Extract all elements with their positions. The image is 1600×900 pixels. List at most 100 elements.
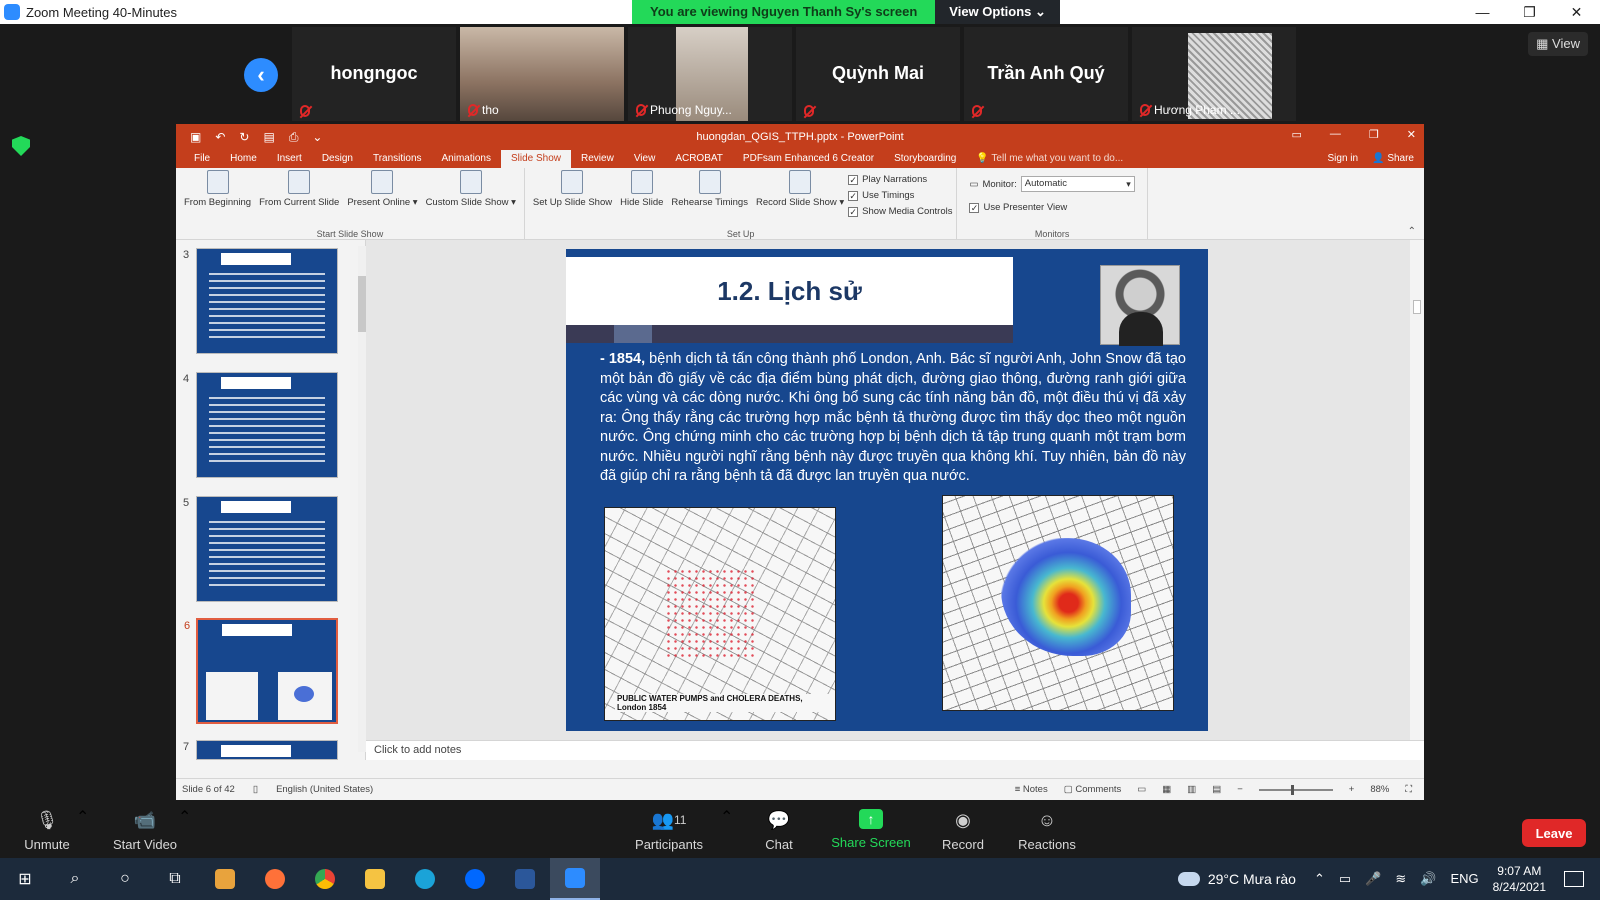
clock[interactable]: 9:07 AM 8/24/2021 bbox=[1493, 863, 1546, 895]
custom-slide-show-button[interactable]: Custom Slide Show ▾ bbox=[422, 170, 520, 226]
tab-pdfsam[interactable]: PDFsam Enhanced 6 Creator bbox=[733, 153, 884, 168]
ppt-status-bar: Slide 6 of 42 ▯ English (United States) … bbox=[176, 778, 1424, 800]
set-up-slide-show-button[interactable]: Set Up Slide Show bbox=[529, 170, 616, 226]
notes-button[interactable]: ≡ Notes bbox=[1015, 784, 1048, 795]
tab-review[interactable]: Review bbox=[571, 153, 624, 168]
tab-slide-show[interactable]: Slide Show bbox=[500, 150, 572, 168]
chat-button[interactable]: 💬 Chat bbox=[734, 809, 824, 853]
input-language[interactable]: ENG bbox=[1450, 871, 1478, 887]
zalo-icon[interactable] bbox=[450, 858, 500, 900]
slide-thumbnail-selected[interactable]: 6 bbox=[184, 618, 338, 724]
notifications-icon[interactable] bbox=[1564, 871, 1584, 887]
fit-slide-icon[interactable]: ⛶ bbox=[1405, 784, 1412, 795]
cortana-icon[interactable]: ○ bbox=[100, 858, 150, 900]
play-narrations-checkbox[interactable]: ✓ Play Narrations bbox=[848, 174, 952, 185]
hide-slide-button[interactable]: Hide Slide bbox=[616, 170, 667, 226]
slideshow-view-icon[interactable]: ▤ bbox=[1212, 784, 1221, 795]
battery-icon[interactable]: ▭ bbox=[1339, 871, 1351, 887]
normal-view-icon[interactable]: ▭ bbox=[1137, 784, 1146, 795]
comments-button[interactable]: ▢ Comments bbox=[1064, 784, 1122, 795]
from-current-slide-button[interactable]: From Current Slide bbox=[255, 170, 343, 226]
close-icon[interactable]: ✕ bbox=[1553, 0, 1600, 24]
microphone-icon[interactable]: 🎤 bbox=[1365, 871, 1381, 887]
file-explorer-icon[interactable] bbox=[350, 858, 400, 900]
tab-view[interactable]: View bbox=[624, 153, 666, 168]
record-slide-show-button[interactable]: Record Slide Show ▾ bbox=[752, 170, 848, 226]
show-hidden-icons-icon[interactable]: ⌃ bbox=[1314, 871, 1325, 887]
view-layout-button[interactable]: ▦ View bbox=[1528, 32, 1588, 56]
thumbnails-scrollbar[interactable] bbox=[358, 246, 366, 752]
show-media-controls-checkbox[interactable]: ✓ Show Media Controls bbox=[848, 206, 952, 217]
zoom-slider[interactable] bbox=[1258, 784, 1333, 795]
tab-storyboarding[interactable]: Storyboarding bbox=[884, 153, 966, 168]
tab-insert[interactable]: Insert bbox=[267, 153, 312, 168]
tab-acrobat[interactable]: ACROBAT bbox=[665, 153, 733, 168]
firefox-icon[interactable] bbox=[250, 858, 300, 900]
participant-video-tile[interactable]: Hương Phạm ... bbox=[1132, 27, 1296, 121]
ppt-minimize-icon[interactable]: — bbox=[1330, 128, 1341, 141]
zoom-taskbar-icon[interactable] bbox=[550, 858, 600, 900]
tab-animations[interactable]: Animations bbox=[432, 153, 501, 168]
edge-icon[interactable] bbox=[400, 858, 450, 900]
use-timings-checkbox[interactable]: ✓ Use Timings bbox=[848, 190, 952, 201]
tell-me-search[interactable]: 💡 Tell me what you want to do... bbox=[966, 153, 1133, 168]
participant-video-tile[interactable]: tho bbox=[460, 27, 624, 121]
slide-scrollbar[interactable] bbox=[1410, 240, 1424, 740]
tab-file[interactable]: File bbox=[184, 153, 220, 168]
zoom-in-icon[interactable]: + bbox=[1349, 784, 1355, 795]
spellcheck-icon[interactable]: ▯ bbox=[253, 784, 258, 795]
present-online-button[interactable]: Present Online ▾ bbox=[343, 170, 421, 226]
weather-widget[interactable]: 29°C Mưa rào bbox=[1177, 871, 1296, 887]
sign-in-link[interactable]: Sign in bbox=[1328, 153, 1359, 164]
reactions-button[interactable]: ☺ Reactions bbox=[1002, 809, 1092, 853]
audio-options-chevron-icon[interactable]: ⌃ bbox=[76, 807, 89, 827]
slide-sorter-icon[interactable]: ▦ bbox=[1162, 784, 1171, 795]
rehearse-timings-button[interactable]: Rehearse Timings bbox=[667, 170, 752, 226]
tab-design[interactable]: Design bbox=[312, 153, 363, 168]
view-options-button[interactable]: View Options ⌄ bbox=[935, 0, 1060, 24]
search-icon[interactable]: ⌕ bbox=[50, 858, 100, 900]
chrome-icon[interactable] bbox=[300, 858, 350, 900]
notes-pane[interactable]: Click to add notes bbox=[366, 740, 1424, 760]
media-player-icon[interactable] bbox=[200, 858, 250, 900]
collapse-ribbon-icon[interactable]: ⌃ bbox=[1408, 226, 1416, 237]
participant-tile[interactable]: hongngoc bbox=[292, 27, 456, 121]
reading-view-icon[interactable]: ▥ bbox=[1187, 784, 1196, 795]
current-slide[interactable]: 1.2. Lịch sử - 1854, bệnh dịch tả tấn cô… bbox=[566, 249, 1208, 731]
tab-home[interactable]: Home bbox=[220, 153, 267, 168]
ribbon-display-icon[interactable]: ▭ bbox=[1292, 128, 1302, 141]
presenter-view-checkbox[interactable]: ✓ Use Presenter View bbox=[969, 202, 1134, 213]
leave-button[interactable]: Leave bbox=[1522, 819, 1586, 847]
prev-page-button[interactable]: ‹ bbox=[244, 58, 278, 92]
slide-thumbnail[interactable]: 7 bbox=[183, 740, 338, 760]
participant-video-tile[interactable]: Phuong Nguy... bbox=[628, 27, 792, 121]
tab-transitions[interactable]: Transitions bbox=[363, 153, 432, 168]
participant-tile[interactable]: Quỳnh Mai bbox=[796, 27, 960, 121]
monitor-dropdown[interactable]: Automatic bbox=[1020, 176, 1135, 192]
zoom-out-icon[interactable]: − bbox=[1237, 784, 1243, 795]
share-screen-button[interactable]: ↑ Share Screen bbox=[826, 809, 916, 850]
video-options-chevron-icon[interactable]: ⌃ bbox=[178, 807, 191, 827]
language-indicator[interactable]: English (United States) bbox=[276, 784, 373, 795]
from-beginning-button[interactable]: From Beginning bbox=[180, 170, 255, 226]
participants-chevron-icon[interactable]: ⌃ bbox=[720, 807, 733, 827]
ppt-restore-icon[interactable]: ❐ bbox=[1369, 128, 1379, 141]
wifi-icon[interactable]: ≋ bbox=[1395, 871, 1406, 887]
share-button[interactable]: 👤 Share bbox=[1372, 153, 1414, 164]
word-icon[interactable] bbox=[500, 858, 550, 900]
start-video-button[interactable]: 📹 Start Video bbox=[100, 809, 190, 853]
participant-tile[interactable]: Trần Anh Quý bbox=[964, 27, 1128, 121]
restore-icon[interactable]: ❐ bbox=[1506, 0, 1553, 24]
slide-thumbnail[interactable]: 3 bbox=[183, 248, 338, 354]
participants-button[interactable]: 👥 11 Participants bbox=[624, 809, 714, 853]
slide-thumbnail[interactable]: 5 bbox=[183, 496, 338, 602]
minimize-icon[interactable]: — bbox=[1459, 0, 1506, 24]
task-view-icon[interactable]: ⧉ bbox=[150, 858, 200, 900]
record-button[interactable]: ◉ Record bbox=[918, 809, 1008, 853]
zoom-level[interactable]: 88% bbox=[1370, 784, 1389, 795]
volume-icon[interactable]: 🔊 bbox=[1420, 871, 1436, 887]
windows-start-icon[interactable]: ⊞ bbox=[0, 858, 50, 900]
slide-thumbnail[interactable]: 4 bbox=[183, 372, 338, 478]
ppt-close-icon[interactable]: ✕ bbox=[1407, 128, 1416, 141]
participant-name: Quỳnh Mai bbox=[831, 63, 924, 83]
